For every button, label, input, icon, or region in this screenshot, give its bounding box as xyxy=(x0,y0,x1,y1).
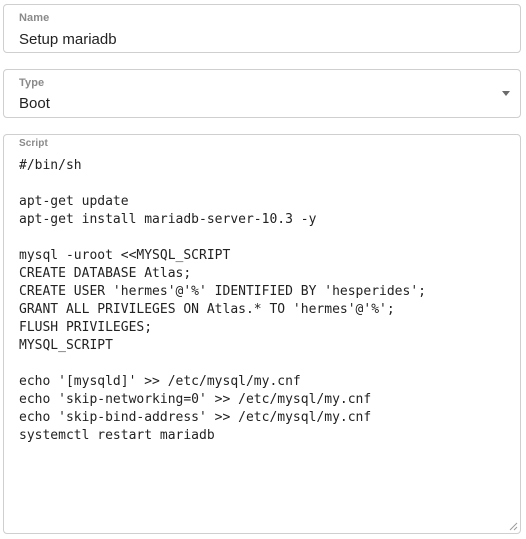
script-label: Script xyxy=(19,138,48,149)
type-label: Type xyxy=(19,77,45,89)
type-selected-value[interactable]: Boot xyxy=(19,95,50,112)
script-textarea[interactable]: #/bin/sh apt-get update apt-get install … xyxy=(19,157,426,445)
name-field[interactable]: Name Setup mariadb xyxy=(3,4,521,53)
name-label: Name xyxy=(19,12,50,24)
chevron-down-icon[interactable] xyxy=(502,91,510,96)
name-input[interactable]: Setup mariadb xyxy=(19,31,117,48)
script-field[interactable]: Script #/bin/sh apt-get update apt-get i… xyxy=(3,134,521,534)
type-select[interactable]: Type Boot xyxy=(3,69,521,118)
resize-handle-icon[interactable] xyxy=(508,521,518,531)
